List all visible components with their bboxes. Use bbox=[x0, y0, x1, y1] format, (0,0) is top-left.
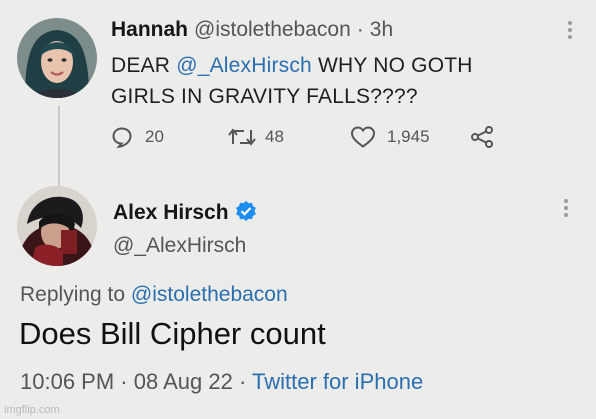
share-button[interactable] bbox=[470, 126, 494, 148]
reply-text-line1-rest: WHY NO GOTH bbox=[311, 54, 473, 77]
reply-text-prefix: DEAR bbox=[111, 54, 177, 77]
tweet-thread-card: Hannah @istolethebacon · 3h DEAR @_AlexH… bbox=[0, 0, 596, 419]
tweet-source[interactable]: Twitter for iPhone bbox=[252, 369, 423, 394]
main-tweet-meta: 10:06 PM · 08 Aug 22 · Twitter for iPhon… bbox=[20, 369, 423, 395]
verified-icon bbox=[235, 200, 257, 228]
like-icon bbox=[350, 125, 376, 149]
main-tweet-text: Does Bill Cipher count bbox=[19, 316, 326, 351]
like-count: 1,945 bbox=[387, 127, 430, 146]
alex-avatar[interactable] bbox=[17, 186, 97, 266]
reply-action-bar: 20 48 1,945 bbox=[110, 125, 494, 149]
tweet-date[interactable]: 08 Aug 22 bbox=[134, 369, 233, 394]
main-more-icon[interactable] bbox=[562, 198, 570, 223]
reply-count: 20 bbox=[145, 127, 164, 146]
reply-icon bbox=[110, 125, 134, 149]
reply-tweet-header: Hannah @istolethebacon · 3h bbox=[111, 18, 393, 42]
retweet-count: 48 bbox=[265, 127, 284, 146]
retweet-count-button[interactable]: 48 bbox=[228, 126, 350, 148]
reply-more-icon[interactable] bbox=[566, 20, 574, 45]
reply-time-ago[interactable]: 3h bbox=[370, 18, 393, 42]
main-author-handle[interactable]: @_AlexHirsch bbox=[113, 234, 246, 258]
main-handle-row: @_AlexHirsch bbox=[113, 234, 246, 258]
reply-author-name[interactable]: Hannah bbox=[111, 18, 188, 42]
header-separator: · bbox=[356, 18, 364, 41]
replying-to-handle[interactable]: @istolethebacon bbox=[131, 283, 288, 306]
meta-separator-1: · bbox=[114, 369, 134, 394]
hannah-avatar[interactable] bbox=[17, 18, 97, 98]
reply-text-mention[interactable]: @_AlexHirsch bbox=[176, 54, 312, 77]
thread-connector-line bbox=[58, 106, 60, 192]
replying-to-label: Replying to bbox=[20, 283, 131, 306]
reply-count-button[interactable]: 20 bbox=[110, 125, 228, 149]
share-icon bbox=[470, 126, 494, 148]
main-tweet-header: Alex Hirsch bbox=[113, 197, 257, 225]
tweet-time[interactable]: 10:06 PM bbox=[20, 369, 114, 394]
watermark: imgflip.com bbox=[4, 404, 60, 416]
retweet-icon bbox=[228, 126, 256, 148]
reply-tweet-text: DEAR @_AlexHirsch WHY NO GOTH GIRLS IN G… bbox=[111, 50, 581, 112]
meta-separator-2: · bbox=[232, 369, 252, 394]
reply-text-line2: GIRLS IN GRAVITY FALLS???? bbox=[111, 85, 418, 108]
reply-author-handle[interactable]: @istolethebacon bbox=[194, 18, 351, 42]
like-count-button[interactable]: 1,945 bbox=[350, 125, 470, 149]
main-author-name[interactable]: Alex Hirsch bbox=[113, 201, 229, 225]
replying-to-line: Replying to @istolethebacon bbox=[20, 283, 288, 307]
